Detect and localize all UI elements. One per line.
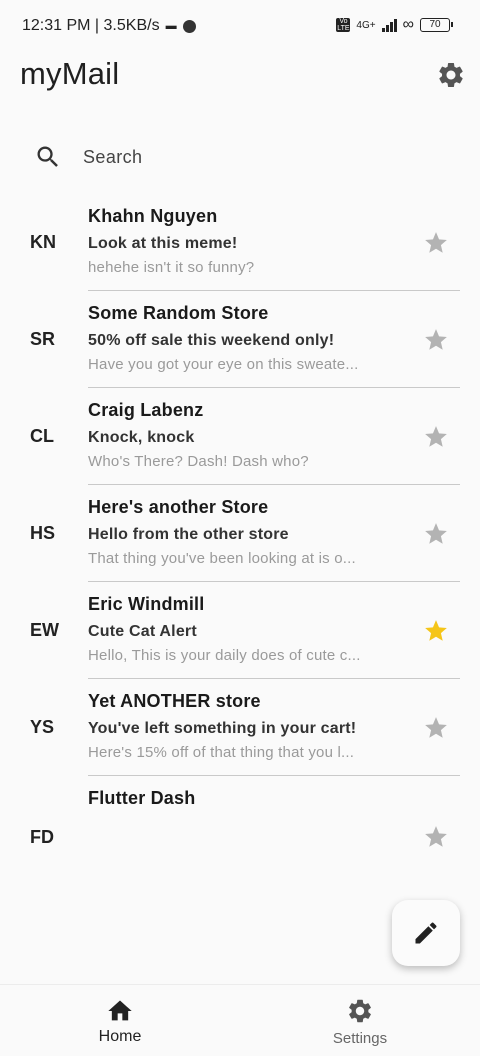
sim-icon: ▬ [165,20,177,32]
avatar-initials: YS [30,717,55,737]
avatar-initials: CL [30,426,54,446]
avatar-initials: FD [30,827,54,847]
email-list: KN Khahn Nguyen Look at this meme! heheh… [0,194,480,873]
email-subject: Knock, knock [88,429,195,446]
email-row[interactable]: YS Yet ANOTHER store You've left somethi… [0,679,480,776]
gear-icon[interactable] [436,60,466,90]
signal-icon [381,18,397,32]
email-row[interactable]: CL Craig Labenz Knock, knock Who's There… [0,388,480,485]
status-time-speed: 12:31 PM | 3.5KB/s [22,17,160,34]
nav-item-home[interactable]: Home [60,997,180,1046]
email-row[interactable]: EW Eric Windmill Cute Cat Alert Hello, T… [0,582,480,679]
volte-icon: Vo LTE [336,18,351,32]
email-sender: Craig Labenz [88,400,204,420]
app-notification-icon [182,19,196,33]
email-subject: 50% off sale this weekend only! [88,332,335,349]
email-sender: Eric Windmill [88,594,205,614]
home-icon [108,1000,132,1021]
email-body: Eric Windmill Cute Cat Alert Hello, This… [88,594,388,664]
star-icon[interactable] [423,327,449,353]
email-row[interactable]: SR Some Random Store 50% off sale this w… [0,291,480,388]
email-subject: Hello from the other store [88,526,289,543]
email-sender: Flutter Dash [88,788,196,808]
search-label: Search [83,146,143,167]
email-subject: Cute Cat Alert [88,623,197,640]
compose-button[interactable] [392,900,460,966]
avatar-initials: KN [30,232,56,252]
app-title: myMail [20,56,120,91]
star-icon[interactable] [423,824,449,850]
email-subject: You've left something in your cart! [88,720,357,737]
email-sender: Khahn Nguyen [88,206,218,226]
email-sender: Some Random Store [88,303,269,323]
email-preview: Hello, This is your daily does of cute c… [88,647,361,664]
status-left: 12:31 PM | 3.5KB/s ▬ [22,17,196,35]
email-row[interactable]: HS Here's another Store Hello from the o… [0,485,480,582]
email-body: Khahn Nguyen Look at this meme! hehehe i… [88,206,388,276]
search-bar[interactable]: Search [28,136,448,178]
network-type-label: 4G+ [356,19,376,31]
nav-label-home: Home [98,1028,142,1045]
avatar-initials: SR [30,329,56,349]
status-right: Vo LTE 4G+ ∞ 70 [336,16,453,34]
star-icon[interactable] [423,230,449,256]
email-preview: hehehe isn't it so funny? [88,259,255,276]
email-row[interactable]: FD Flutter Dash [0,776,480,873]
gear-icon [349,999,371,1023]
email-body: Flutter Dash [88,788,388,809]
email-sender: Here's another Store [88,497,269,517]
nav-label-settings: Settings [332,1030,388,1047]
nav-item-settings[interactable]: Settings [300,997,420,1047]
email-subject: Look at this meme! [88,235,238,252]
email-body: Some Random Store 50% off sale this week… [88,303,388,373]
star-icon[interactable] [423,521,449,547]
email-body: Yet ANOTHER store You've left something … [88,691,388,761]
avatar-initials: EW [30,620,59,640]
email-preview: Who's There? Dash! Dash who? [88,453,309,470]
email-preview: Have you got your eye on this sweate... [88,356,359,373]
email-body: Here's another Store Hello from the othe… [88,497,388,567]
status-bar: 12:31 PM | 3.5KB/s ▬ Vo LTE 4G+ ∞ 70 [0,0,480,52]
star-icon[interactable] [423,424,449,450]
search-icon [37,146,58,167]
hotspot-icon: ∞ [402,16,414,33]
email-body: Craig Labenz Knock, knock Who's There? D… [88,400,388,470]
pencil-icon [415,922,437,944]
email-sender: Yet ANOTHER store [88,691,261,711]
battery-icon: 70 [420,18,453,32]
star-icon[interactable] [423,715,449,741]
email-preview: Here's 15% off of that thing that you l.… [88,744,355,761]
email-preview: That thing you've been looking at is o..… [88,550,356,567]
star-icon[interactable] [423,618,449,644]
email-row[interactable]: KN Khahn Nguyen Look at this meme! heheh… [0,194,480,291]
bottom-nav: Home Settings [0,984,480,1056]
avatar-initials: HS [30,523,56,543]
